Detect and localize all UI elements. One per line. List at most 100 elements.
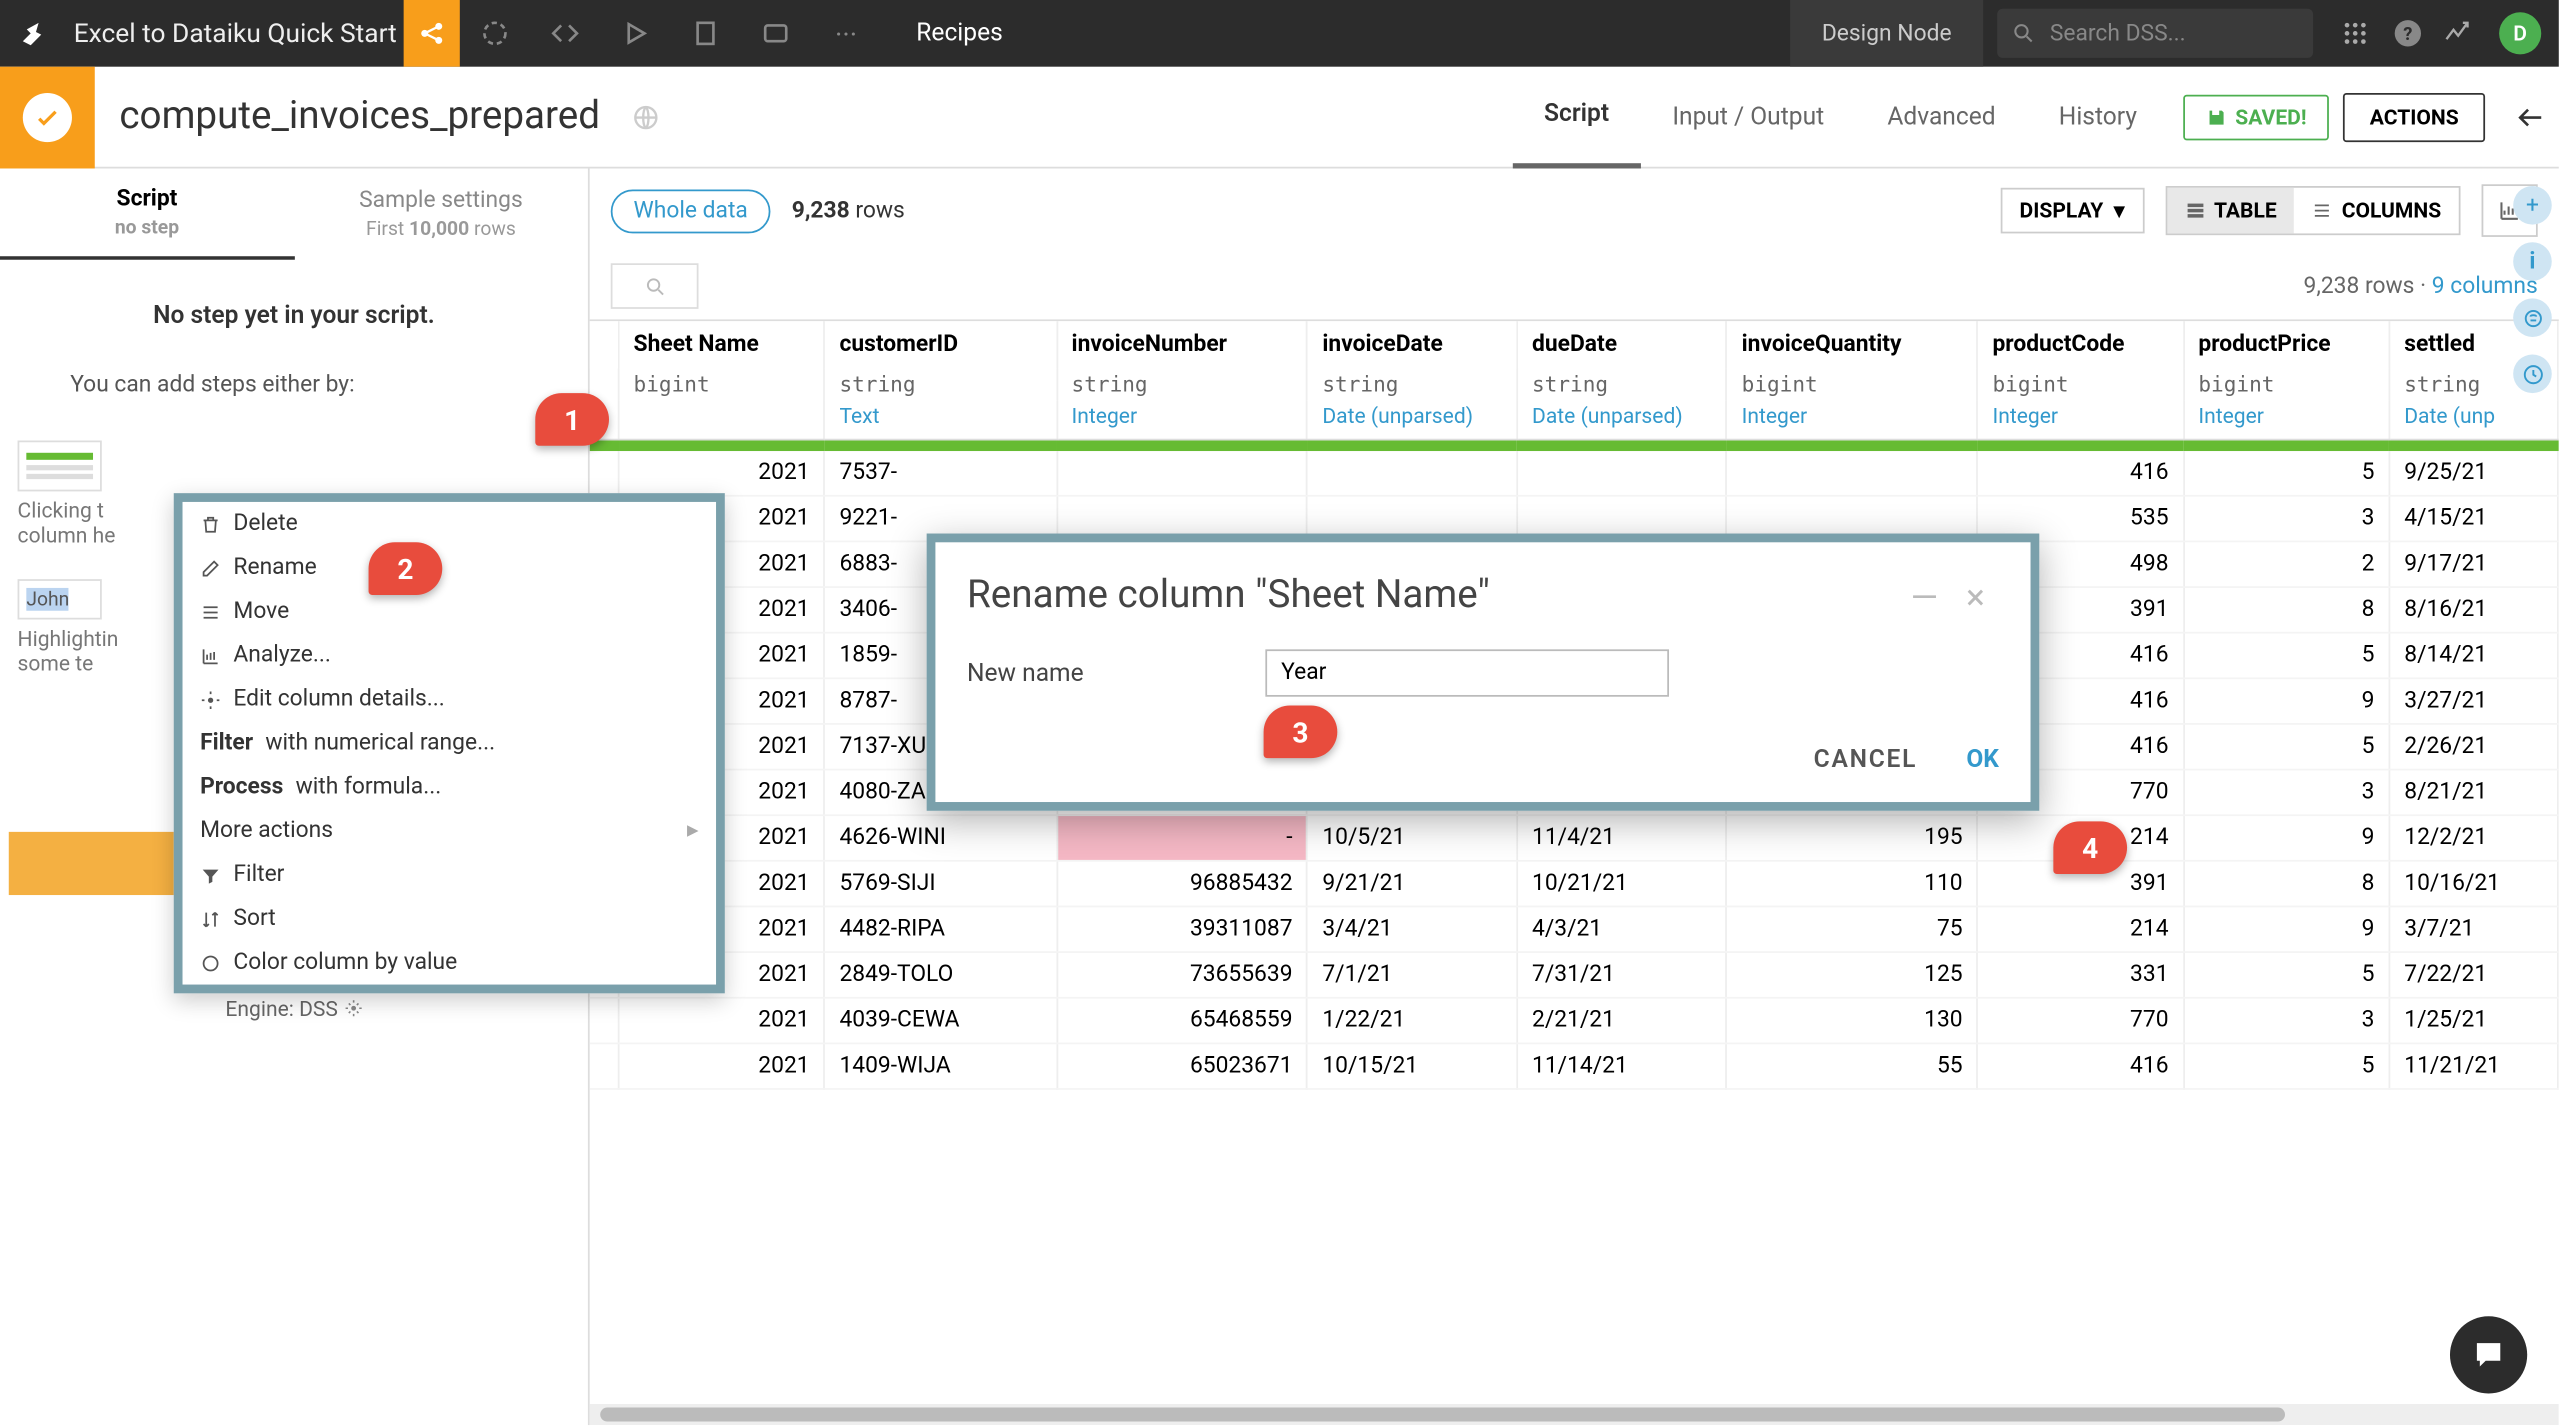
table-row[interactable]: 20212849-TOLO736556397/1/217/31/21125331… <box>590 951 2558 997</box>
cell[interactable]: 8 <box>2183 860 2389 906</box>
cell[interactable]: 1/25/21 <box>2389 997 2558 1043</box>
sidebar-tab-script[interactable]: Scriptno step <box>0 168 294 259</box>
cell[interactable]: 2849-TOLO <box>825 951 1057 997</box>
cell[interactable]: 110 <box>1727 860 1978 906</box>
ok-button[interactable]: OK <box>1966 746 1999 774</box>
cell[interactable]: 1/22/21 <box>1307 997 1517 1043</box>
cell[interactable]: 39311087 <box>1057 906 1308 952</box>
cell[interactable]: 10/16/21 <box>2389 860 2558 906</box>
cell[interactable]: 8/21/21 <box>2389 769 2558 815</box>
table-row[interactable]: 20214626-WINI-10/5/2111/4/21195214912/2/… <box>590 814 2558 860</box>
cell[interactable]: 5 <box>2183 951 2389 997</box>
table-row[interactable]: 20214039-CEWA654685591/22/212/21/2113077… <box>590 997 2558 1043</box>
cell[interactable]: 2021 <box>619 1042 825 1088</box>
apps-grid-icon[interactable] <box>2327 0 2383 67</box>
view-table-button[interactable]: TABLE <box>2167 188 2295 234</box>
cell[interactable]: 55 <box>1727 1042 1978 1088</box>
cell[interactable]: 9 <box>2183 906 2389 952</box>
project-title[interactable]: Excel to Dataiku Quick Start <box>67 18 404 50</box>
sidebar-tab-sample[interactable]: Sample settingsFirst 10,000 rows <box>294 168 588 259</box>
cell[interactable]: 65023671 <box>1057 1042 1308 1088</box>
cell[interactable]: 3/7/21 <box>2389 906 2558 952</box>
ctx-filter[interactable]: Filter <box>183 853 717 897</box>
saved-button[interactable]: SAVED! <box>2183 94 2330 140</box>
cell[interactable]: 5 <box>2183 632 2389 678</box>
table-filter-input[interactable] <box>611 263 699 309</box>
col-type[interactable]: string <box>1057 369 1308 401</box>
logo-icon[interactable] <box>0 18 67 50</box>
clipboard-icon[interactable] <box>671 0 741 67</box>
cell[interactable] <box>1057 450 1308 495</box>
cell[interactable]: 11/21/21 <box>2389 1042 2558 1088</box>
whole-data-pill[interactable]: Whole data <box>611 189 771 233</box>
col-semantic[interactable]: Date (unparsed) <box>1307 400 1517 439</box>
ctx-filter-range[interactable]: Filter with numerical range... <box>183 721 717 765</box>
col-type[interactable]: string <box>1307 369 1517 401</box>
cell[interactable]: 416 <box>1978 1042 2184 1088</box>
col-semantic[interactable] <box>619 400 825 439</box>
tab-advanced[interactable]: Advanced <box>1856 66 2027 168</box>
table-row[interactable]: 20215769-SIJI968854329/21/2110/21/211103… <box>590 860 2558 906</box>
cell[interactable]: 96885432 <box>1057 860 1308 906</box>
horizontal-scrollbar[interactable] <box>590 1404 2559 1425</box>
modal-close-icon[interactable]: × <box>1952 575 1999 617</box>
cell[interactable]: 4482-RIPA <box>825 906 1057 952</box>
cell[interactable]: 3/27/21 <box>2389 677 2558 723</box>
col-semantic[interactable]: Integer <box>1727 400 1978 439</box>
cell[interactable]: 10/21/21 <box>1517 860 1727 906</box>
engine-label[interactable]: Engine: DSS <box>0 997 588 1022</box>
ctx-delete[interactable]: Delete <box>183 502 717 546</box>
col-type[interactable]: bigint <box>2183 369 2389 401</box>
col-header[interactable]: invoiceNumber <box>1057 321 1308 368</box>
cell[interactable]: 3/4/21 <box>1307 906 1517 952</box>
cell[interactable]: 4626-WINI <box>825 814 1057 860</box>
cell[interactable]: 4039-CEWA <box>825 997 1057 1043</box>
help-icon[interactable]: ? <box>2383 0 2432 67</box>
back-arrow-icon[interactable] <box>2503 101 2559 133</box>
cell[interactable]: 73655639 <box>1057 951 1308 997</box>
col-type[interactable]: bigint <box>619 369 825 401</box>
cell[interactable]: 5 <box>2183 450 2389 495</box>
cell[interactable]: 4/15/21 <box>2389 495 2558 541</box>
ctx-sort[interactable]: Sort <box>183 897 717 941</box>
display-dropdown[interactable]: DISPLAY▾ <box>2000 188 2144 234</box>
cell[interactable]: 2021 <box>619 450 825 495</box>
col-semantic[interactable]: Integer <box>1978 400 2184 439</box>
col-semantic[interactable]: Integer <box>2183 400 2389 439</box>
rail-add-icon[interactable]: + <box>2513 186 2552 225</box>
col-semantic[interactable]: Date (unparsed) <box>1517 400 1727 439</box>
cell[interactable]: 2 <box>2183 541 2389 587</box>
tab-history[interactable]: History <box>2027 66 2168 168</box>
breadcrumb-section[interactable]: Recipes <box>881 0 1038 67</box>
cell[interactable]: - <box>1057 814 1308 860</box>
rail-info-icon[interactable]: i <box>2513 242 2552 281</box>
col-header[interactable]: Sheet Name <box>619 321 825 368</box>
table-row[interactable]: 20214482-RIPA393110873/4/214/3/217521493… <box>590 906 2558 952</box>
col-semantic[interactable]: Text <box>825 400 1057 439</box>
col-type[interactable]: string <box>825 369 1057 401</box>
cell[interactable]: 331 <box>1978 951 2184 997</box>
ctx-rename[interactable]: Rename <box>183 546 717 590</box>
col-header[interactable]: productPrice <box>2183 321 2389 368</box>
cell[interactable]: 125 <box>1727 951 1978 997</box>
col-type[interactable]: bigint <box>1978 369 2184 401</box>
app-icon[interactable] <box>741 0 811 67</box>
cell[interactable]: 7/22/21 <box>2389 951 2558 997</box>
rail-comment-icon[interactable] <box>2513 298 2552 337</box>
cell[interactable]: 65468559 <box>1057 997 1308 1043</box>
cell[interactable]: 5769-SIJI <box>825 860 1057 906</box>
globe-icon[interactable] <box>632 103 660 131</box>
cell[interactable]: 3 <box>2183 997 2389 1043</box>
col-header[interactable]: invoiceDate <box>1307 321 1517 368</box>
cell[interactable]: 5 <box>2183 723 2389 769</box>
search-input[interactable]: Search DSS... <box>1997 9 2313 58</box>
avatar[interactable]: D <box>2499 12 2541 54</box>
tab-io[interactable]: Input / Output <box>1641 66 1856 168</box>
table-row[interactable]: 20217537-41659/25/21 <box>590 450 2558 495</box>
cell[interactable]: 8/16/21 <box>2389 586 2558 632</box>
cell[interactable]: 9 <box>2183 677 2389 723</box>
ctx-more-actions[interactable]: More actions▸ <box>183 809 717 853</box>
cell[interactable]: 3 <box>2183 495 2389 541</box>
code-icon[interactable] <box>530 0 600 67</box>
cell[interactable]: 2021 <box>619 997 825 1043</box>
